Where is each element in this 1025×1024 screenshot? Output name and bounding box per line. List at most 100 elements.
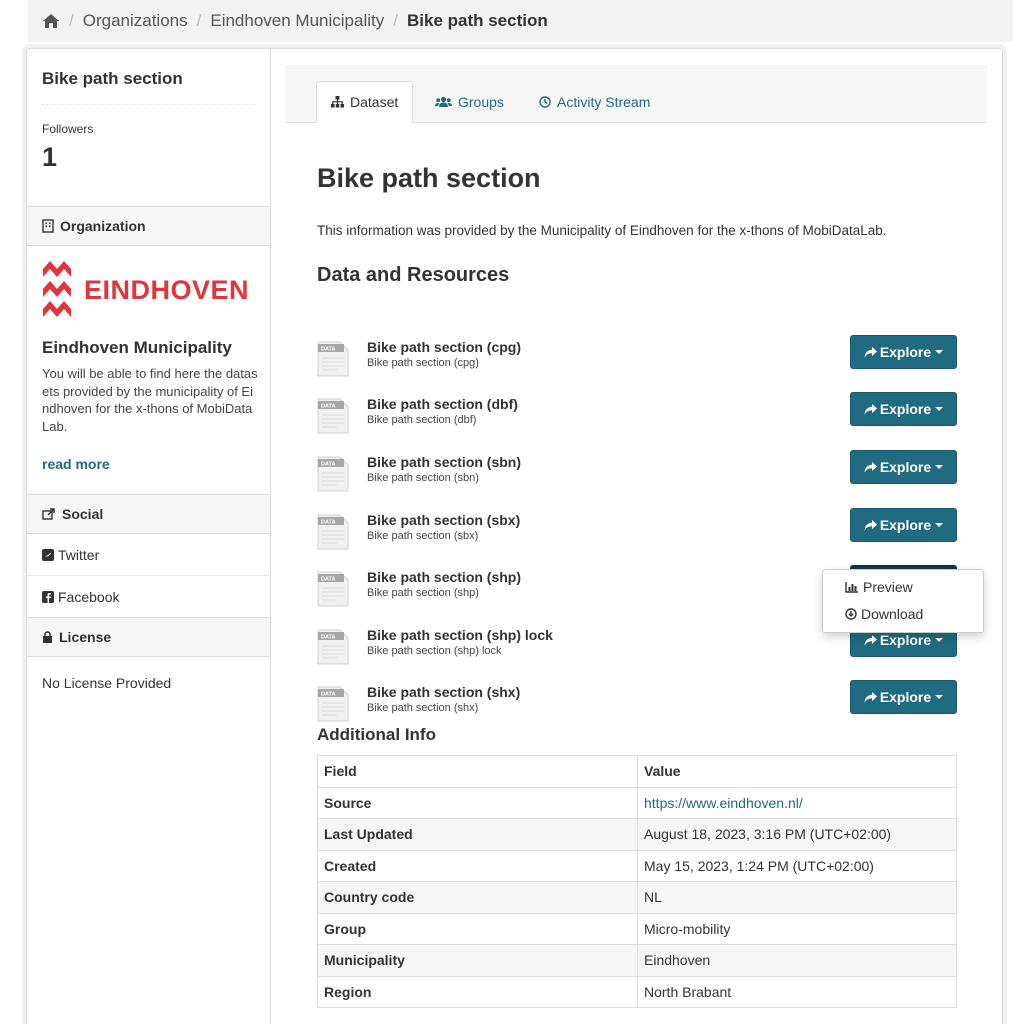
data-file-icon: DATA	[317, 571, 349, 607]
share-arrow-icon	[864, 519, 877, 530]
explore-button-label: Explore	[879, 344, 932, 360]
info-field: Created	[317, 849, 638, 882]
chevron-down-icon	[935, 407, 944, 411]
breadcrumb-current[interactable]: Bike path section	[407, 11, 548, 31]
table-header-row: Field Value	[317, 755, 957, 788]
share-icon	[42, 508, 55, 520]
explore-button[interactable]: Explore	[850, 508, 957, 542]
explore-button-label: Explore	[879, 632, 932, 648]
file-type-label: DATA	[321, 577, 335, 583]
data-file-icon: DATA	[317, 456, 349, 492]
info-field: Municipality	[317, 944, 638, 977]
info-value-text: August 18, 2023, 3:16 PM (UTC+02:00)	[644, 826, 892, 843]
explore-button[interactable]: Explore	[850, 335, 957, 369]
resources-heading: Data and Resources	[317, 264, 510, 286]
info-value-text: North Brabant	[644, 983, 732, 1000]
building-icon	[42, 219, 54, 233]
resource-description: Bike path section (shp)	[367, 587, 479, 599]
file-type-label: DATA	[321, 520, 335, 526]
info-field: Last Updated	[317, 818, 638, 851]
twitter-icon	[42, 548, 54, 561]
tab-groups-label: Groups	[458, 94, 504, 110]
file-type-label: DATA	[321, 347, 335, 353]
explore-button-label: Explore	[879, 401, 932, 417]
resource-description: Bike path section (dbf)	[367, 414, 477, 426]
explore-button[interactable]: Explore	[850, 680, 957, 714]
organization-heading-label: Organization	[60, 218, 146, 234]
menu-item-download[interactable]: Download	[845, 604, 923, 624]
tabs-bar: Dataset Groups Activity Stream	[285, 65, 987, 123]
organization-logo[interactable]: EINDHOVEN	[42, 259, 249, 321]
file-type-label: DATA	[321, 462, 335, 468]
resource-description: Bike path section (cpg)	[367, 357, 479, 369]
resource-name[interactable]: Bike path section (shp)	[367, 569, 521, 585]
explore-button[interactable]: Explore	[850, 392, 957, 426]
resource-item: DATA Bike path section (sbx) Bike path sec…	[317, 508, 957, 562]
users-icon	[435, 96, 452, 107]
license-heading-label: License	[59, 629, 112, 645]
resource-name[interactable]: Bike path section (dbf)	[367, 396, 518, 412]
explore-button-label: Explore	[879, 689, 932, 705]
tab-activity-stream-label: Activity Stream	[557, 94, 651, 110]
read-more-link[interactable]: read more	[42, 456, 110, 472]
table-row: Region North Brabant	[317, 975, 957, 1008]
table-row: Created May 15, 2023, 1:24 PM (UTC+02:00)	[317, 849, 957, 882]
info-value-text: May 15, 2023, 1:24 PM (UTC+02:00)	[644, 857, 874, 874]
resource-name[interactable]: Bike path section (cpg)	[367, 339, 521, 355]
home-icon[interactable]	[42, 13, 60, 29]
resource-name[interactable]: Bike path section (sbx)	[367, 512, 520, 528]
social-twitter[interactable]: Twitter	[27, 534, 270, 576]
chevron-down-icon	[935, 465, 944, 469]
column-header-field: Field	[317, 755, 638, 788]
tab-groups[interactable]: Groups	[421, 81, 518, 123]
download-icon	[845, 608, 857, 620]
resource-item: DATA Bike path section (sbn) Bike path sec…	[317, 450, 957, 504]
organization-heading: Organization	[27, 206, 270, 246]
info-value: Micro-mobility	[637, 912, 957, 945]
table-row: Last Updated August 18, 2023, 3:16 PM (UT…	[317, 818, 957, 851]
chevron-down-icon	[935, 695, 944, 699]
info-value-text: NL	[644, 889, 662, 906]
organization-description: You will be able to find here the datase…	[42, 366, 258, 434]
additional-info-heading: Additional Info	[317, 725, 436, 744]
chevron-down-icon	[935, 350, 944, 354]
resource-item: DATA Bike path section (dbf) Bike path sec…	[317, 392, 957, 446]
sidebar: Bike path section Followers 1 Organizati…	[27, 49, 271, 1024]
breadcrumb-organization[interactable]: Eindhoven Municipality	[210, 11, 384, 31]
table-row: Group Micro-mobility	[317, 912, 957, 945]
resource-name[interactable]: Bike path section (sbn)	[367, 454, 521, 470]
share-arrow-icon	[864, 691, 877, 702]
resource-name[interactable]: Bike path section (shx)	[367, 684, 520, 700]
tab-activity-stream[interactable]: Activity Stream	[525, 81, 664, 123]
info-field: Region	[317, 975, 638, 1008]
resource-name[interactable]: Bike path section (shp) lock	[367, 627, 553, 643]
tab-dataset[interactable]: Dataset	[316, 81, 414, 123]
organization-name[interactable]: Eindhoven Municipality	[42, 338, 232, 358]
breadcrumb-organizations[interactable]: Organizations	[83, 11, 188, 31]
eindhoven-logo-icon	[43, 261, 71, 317]
info-value-text: Eindhoven	[644, 952, 711, 969]
column-header-value: Value	[637, 755, 957, 788]
source-link[interactable]: https://www.eindhoven.nl/	[644, 795, 803, 811]
breadcrumb-separator: /	[196, 11, 202, 30]
info-value: Eindhoven	[637, 944, 957, 977]
info-field: Group	[317, 912, 638, 945]
social-facebook[interactable]: Facebook	[27, 576, 270, 618]
table-row: Source https://www.eindhoven.nl/	[317, 786, 957, 819]
info-value: NL	[637, 881, 957, 914]
divider	[42, 104, 256, 105]
info-value-text: Micro-mobility	[644, 920, 731, 937]
sitemap-icon	[331, 96, 344, 108]
share-arrow-icon	[864, 461, 877, 472]
followers-label: Followers	[42, 122, 94, 136]
share-arrow-icon	[864, 634, 877, 645]
logo-text: EINDHOVEN	[84, 274, 250, 305]
page-wrapper: Bike path section Followers 1 Organizati…	[26, 48, 1003, 1024]
lock-icon	[43, 631, 52, 643]
license-value: No License Provided	[42, 675, 172, 691]
menu-item-preview[interactable]: Preview	[845, 577, 913, 597]
data-file-icon: DATA	[317, 398, 349, 434]
explore-button[interactable]: Explore	[850, 450, 957, 484]
info-value: May 15, 2023, 1:24 PM (UTC+02:00)	[637, 849, 957, 882]
social-heading: Social	[27, 494, 270, 534]
